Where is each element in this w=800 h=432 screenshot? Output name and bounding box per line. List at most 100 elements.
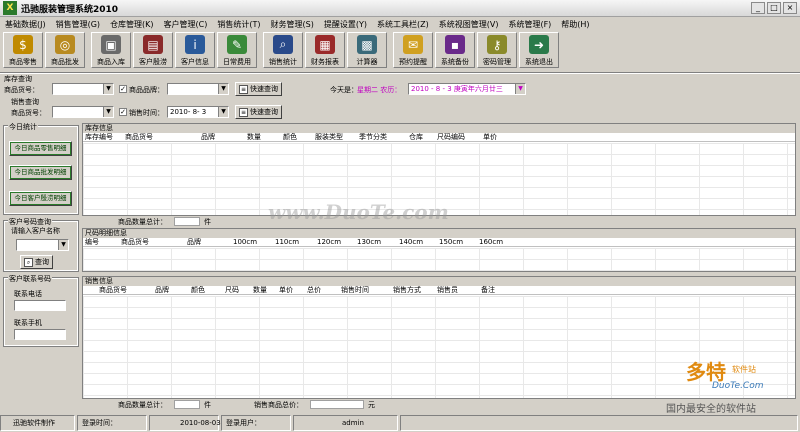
toolbar-button-6[interactable]: ⌕ 销售统计 [263,32,303,68]
coins-icon: ◎ [55,35,75,54]
column-header[interactable]: 总价 [307,286,321,295]
column-header[interactable]: 编号 [85,238,99,247]
inventory-column-headers: 库存编号 商品货号 品牌 数量 颜色 服装类型 季节分类 仓库 尺码编码 单价 [83,133,795,142]
toolbar-button-3[interactable]: ▤ 客户殷涝 [133,32,173,68]
toolbar-button-4[interactable]: i 客户信息 [175,32,215,68]
toolbar-button-5[interactable]: ✎ 日常费用 [217,32,257,68]
menu-item-0[interactable]: 基础数据(J) [0,19,51,30]
customer-name-combo[interactable]: ▼ [16,239,69,251]
status-company: 迅驰软件制作 [0,415,75,431]
calculator-icon: ▩ [357,35,377,54]
menu-item-10[interactable]: 帮助(H) [556,19,594,30]
menu-item-2[interactable]: 仓库管理(K) [105,19,159,30]
column-header[interactable]: 颜色 [191,286,205,295]
column-header[interactable]: 100cm [233,238,257,247]
menu-item-8[interactable]: 系统视图管理(V) [434,19,504,30]
inventory-sum-unit: 件 [204,218,211,226]
today-retail-detail-button[interactable]: 今日商品零售明细 [9,141,72,156]
magnifier-chart-icon: ⌕ [273,35,293,54]
sales-sum-unit: 件 [204,401,211,409]
toolbar-button-0[interactable]: $ 商品零售 [3,32,43,68]
window-title: 迅驰服装管理系统2010 [21,4,119,15]
brand-checkbox[interactable]: ✓ [119,85,127,93]
column-header[interactable]: 商品货号 [121,238,149,247]
sales-time-combo[interactable]: 2010- 8- 3 ▼ [167,106,229,118]
menu-bar: 基础数据(J) 销售管理(G) 仓库管理(K) 客户管理(C) 销售统计(T) 财务管理(… [0,17,800,31]
column-header[interactable]: 品牌 [187,238,201,247]
size-detail-grid[interactable] [83,248,795,271]
lunar-date-combo[interactable]: 2010 - 8 - 3 庚寅年六月廿三 ▼ [408,83,526,95]
brand-combo[interactable]: ▼ [167,83,229,95]
column-header[interactable]: 150cm [439,238,463,247]
size-column-headers: 编号 商品货号 品牌 100cm 110cm 120cm 130cm 140cm 150cm 16… [83,238,795,247]
document-icon: ≡ [239,84,248,94]
column-header[interactable]: 销售方式 [393,286,421,295]
status-login-user: admin [293,415,398,431]
toolbar-button-7[interactable]: ▦ 财务报表 [305,32,345,68]
column-header[interactable]: 品牌 [155,286,169,295]
column-header[interactable]: 商品货号 [125,133,153,142]
column-header[interactable]: 数量 [247,133,261,142]
menu-item-1[interactable]: 销售管理(G) [51,19,105,30]
menu-item-7[interactable]: 系统工具栏(Z) [372,19,434,30]
column-header[interactable]: 120cm [317,238,341,247]
toolbar-button-label: 商品入库 [97,58,125,66]
toolbar-button-11[interactable]: ⚷ 密码管理 [477,32,517,68]
column-header[interactable]: 品牌 [201,133,215,142]
product-code-combo[interactable]: ▼ [52,83,114,95]
column-header[interactable]: 服装类型 [315,133,343,142]
mobile-field[interactable] [14,329,66,340]
query-button-label: 查询 [35,258,49,266]
column-header[interactable]: 颜色 [283,133,297,142]
sales-quick-query-button[interactable]: ≡ 快速查询 [235,105,282,119]
watermark-brand-suffix: 软件站 [732,365,756,374]
column-header[interactable]: 备注 [481,286,495,295]
column-header[interactable]: 数量 [253,286,267,295]
minimize-button[interactable]: _ [751,2,765,14]
column-header[interactable]: 尺码编码 [437,133,465,142]
phone-field[interactable] [14,300,66,311]
column-header[interactable]: 130cm [357,238,381,247]
toolbar-button-12[interactable]: ➜ 系统退出 [519,32,559,68]
toolbar-button-label: 客户信息 [181,58,209,66]
inventory-panel-title: 库存信息 [83,124,795,133]
toolbar-button-2[interactable]: ▣ 商品入库 [91,32,131,68]
menu-item-9[interactable]: 系统管理(F) [503,19,556,30]
column-header[interactable]: 110cm [275,238,299,247]
customer-query-button[interactable]: ⌕ 查询 [20,255,53,269]
column-header[interactable]: 单价 [483,133,497,142]
close-button[interactable]: × [783,2,797,14]
menu-item-6[interactable]: 提醒设置(Y) [319,19,372,30]
sales-time-value: 2010- 8- 3 [170,108,207,116]
mobile-label: 联系手机 [14,319,42,327]
column-header[interactable]: 库存编号 [85,133,113,142]
column-header[interactable]: 商品货号 [99,286,127,295]
toolbar-button-9[interactable]: ✉ 预约提醒 [393,32,433,68]
sales-product-code-combo[interactable]: ▼ [52,106,114,118]
toolbar-button-10[interactable]: ▪ 系统备份 [435,32,475,68]
menu-item-3[interactable]: 客户管理(C) [159,19,213,30]
toolbar-button-8[interactable]: ▩ 计算器 [347,32,387,68]
sales-time-checkbox[interactable]: ✓ [119,108,127,116]
column-header[interactable]: 单价 [279,286,293,295]
maximize-button[interactable]: □ [767,2,781,14]
menu-item-4[interactable]: 销售统计(T) [212,19,265,30]
inventory-quick-query-button[interactable]: ≡ 快速查询 [235,82,282,96]
sales-panel-title: 销售信息 [83,277,795,286]
menu-item-5[interactable]: 财务管理(S) [266,19,319,30]
phone-label: 联系电话 [14,290,42,298]
today-label: 今天是： [330,86,358,94]
column-header[interactable]: 160cm [479,238,503,247]
lunar-date-value: 2010 - 8 - 3 庚寅年六月廿三 [411,85,503,93]
cash-register-icon: $ [13,35,33,54]
column-header[interactable]: 销售时间 [341,286,369,295]
column-header[interactable]: 仓库 [409,133,423,142]
column-header[interactable]: 销售员 [437,286,458,295]
column-header[interactable]: 尺码 [225,286,239,295]
toolbar-button-1[interactable]: ◎ 商品批发 [45,32,85,68]
column-header[interactable]: 季节分类 [359,133,387,142]
column-header[interactable]: 140cm [399,238,423,247]
today-customer-detail-button[interactable]: 今日客户殷涝明细 [9,191,72,206]
today-wholesale-detail-button[interactable]: 今日商品批发明细 [9,165,72,180]
expense-icon: ✎ [227,35,247,54]
